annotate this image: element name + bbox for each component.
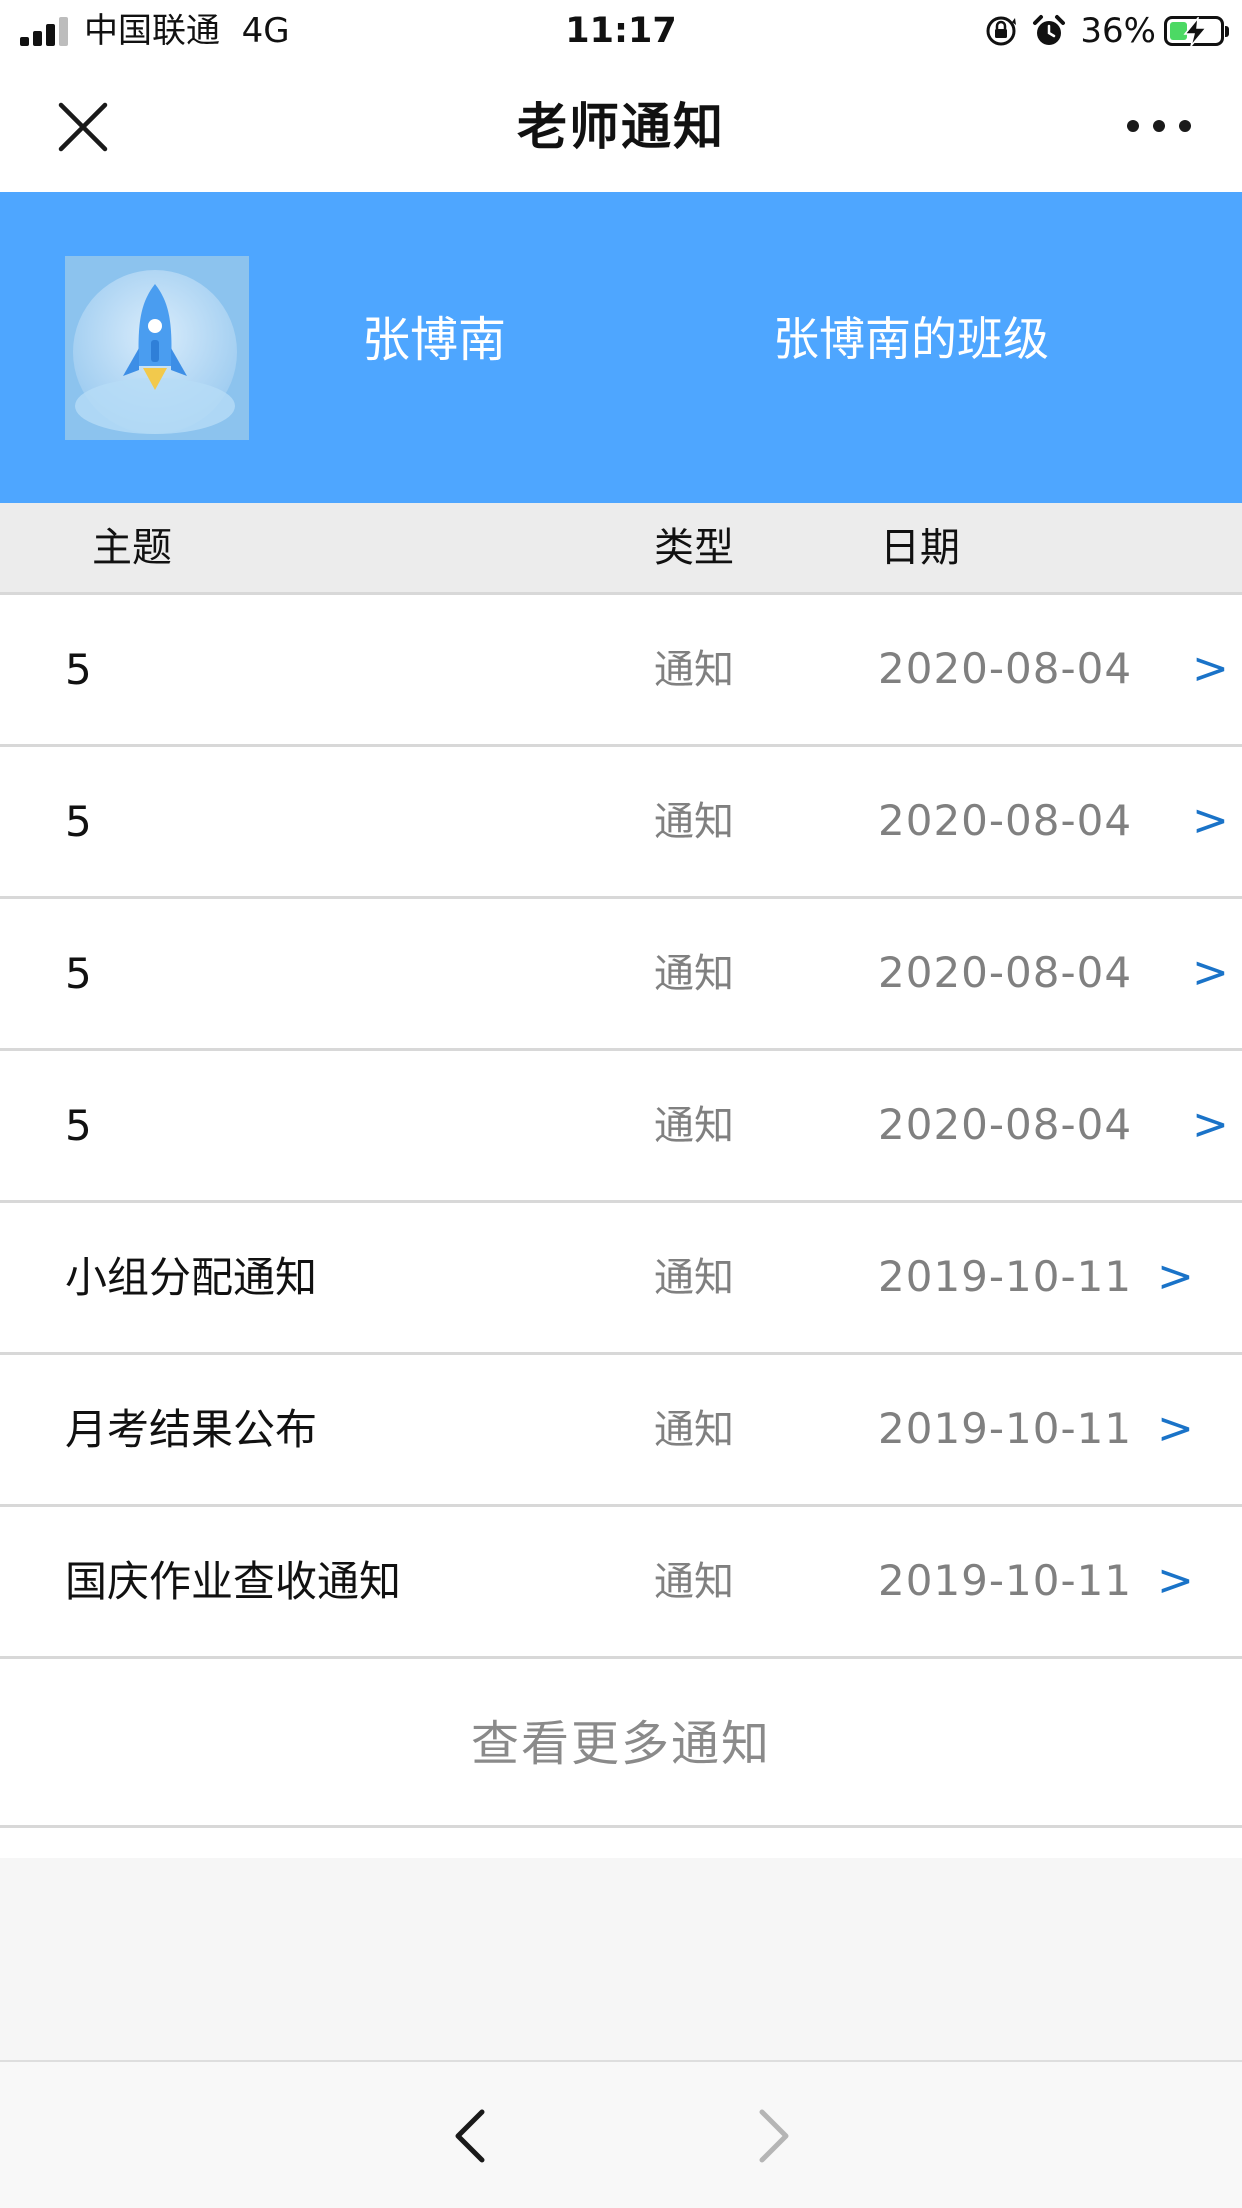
notice-subject: 5: [65, 949, 92, 998]
more-icon[interactable]: [1124, 111, 1194, 141]
notice-subject: 5: [65, 1101, 92, 1150]
notice-subject: 月考结果公布: [65, 1405, 318, 1454]
notice-row[interactable]: 5 通知 2020-08-04 >: [0, 899, 1242, 1051]
notice-list: 5 通知 2020-08-04 > 5 通知 2020-08-04 > 5 通知…: [0, 595, 1242, 1659]
notice-type: 通知: [654, 1103, 734, 1149]
close-icon[interactable]: [55, 99, 111, 155]
notice-type: 通知: [654, 1407, 734, 1453]
view-more-link[interactable]: 查看更多通知: [471, 1714, 771, 1774]
chevron-right-icon[interactable]: [748, 2106, 798, 2166]
header-date: 日期: [880, 525, 960, 571]
notice-date: 2019-10-11: [878, 1556, 1133, 1605]
more-row: 查看更多通知: [0, 1660, 1242, 1828]
carrier-name: 中国联通: [84, 11, 220, 51]
notice-subject: 5: [65, 645, 92, 694]
row-arrow-icon[interactable]: >: [1192, 643, 1229, 695]
header-type: 类型: [654, 525, 734, 571]
notice-date: 2020-08-04: [878, 1100, 1133, 1149]
charging-bolt-icon: [1183, 17, 1208, 47]
row-arrow-icon[interactable]: >: [1192, 795, 1229, 847]
status-bar: 中国联通 4G 11:17 36%: [0, 0, 1242, 62]
notice-type: 通知: [654, 799, 734, 845]
table-header: 主题 类型 日期: [0, 503, 1242, 595]
header-subject: 主题: [92, 525, 172, 571]
notice-type: 通知: [654, 1559, 734, 1605]
navigation-bar: 老师通知: [0, 62, 1242, 192]
row-arrow-icon[interactable]: >: [1157, 1555, 1194, 1607]
status-right-group: 36%: [984, 10, 1229, 52]
notice-date: 2020-08-04: [878, 948, 1133, 997]
notice-row[interactable]: 5 通知 2020-08-04 >: [0, 1051, 1242, 1203]
class-name: 张博南的班级: [773, 312, 1049, 366]
page-title: 老师通知: [517, 98, 725, 156]
notice-date: 2019-10-11: [878, 1404, 1133, 1453]
notice-date: 2020-08-04: [878, 644, 1133, 693]
notice-type: 通知: [654, 951, 734, 997]
battery-percent: 36%: [1080, 11, 1156, 51]
notice-row[interactable]: 国庆作业查收通知 通知 2019-10-11 >: [0, 1507, 1242, 1659]
row-arrow-icon[interactable]: >: [1192, 1099, 1229, 1151]
notice-row[interactable]: 5 通知 2020-08-04 >: [0, 747, 1242, 899]
notice-row[interactable]: 小组分配通知 通知 2019-10-11 >: [0, 1203, 1242, 1355]
battery-icon: [1164, 16, 1229, 47]
notice-subject: 国庆作业查收通知: [65, 1557, 402, 1606]
rocket-icon: [65, 256, 249, 440]
row-arrow-icon[interactable]: >: [1157, 1403, 1194, 1455]
empty-area: [0, 1858, 1242, 2060]
notice-subject: 小组分配通知: [65, 1253, 318, 1302]
student-name: 张博南: [362, 312, 507, 368]
rotation-lock-icon: [986, 16, 1017, 46]
profile-banner: 张博南 张博南的班级: [0, 192, 1242, 503]
alarm-icon: [1033, 15, 1066, 45]
notice-row[interactable]: 5 通知 2020-08-04 >: [0, 595, 1242, 747]
notice-subject: 5: [65, 797, 92, 846]
notice-date: 2019-10-11: [878, 1252, 1133, 1301]
carrier-label: 中国联通 4G: [84, 10, 290, 52]
notice-row[interactable]: 月考结果公布 通知 2019-10-11 >: [0, 1355, 1242, 1507]
status-time: 11:17: [565, 11, 677, 51]
network-type: 4G: [241, 11, 290, 51]
row-arrow-icon[interactable]: >: [1157, 1251, 1194, 1303]
row-arrow-icon[interactable]: >: [1192, 947, 1229, 999]
notice-type: 通知: [654, 647, 734, 693]
browser-toolbar: [0, 2060, 1242, 2208]
signal-icon: [20, 16, 72, 46]
notice-date: 2020-08-04: [878, 796, 1133, 845]
chevron-left-icon[interactable]: [446, 2106, 496, 2166]
notice-type: 通知: [654, 1255, 734, 1301]
avatar: [65, 256, 249, 440]
